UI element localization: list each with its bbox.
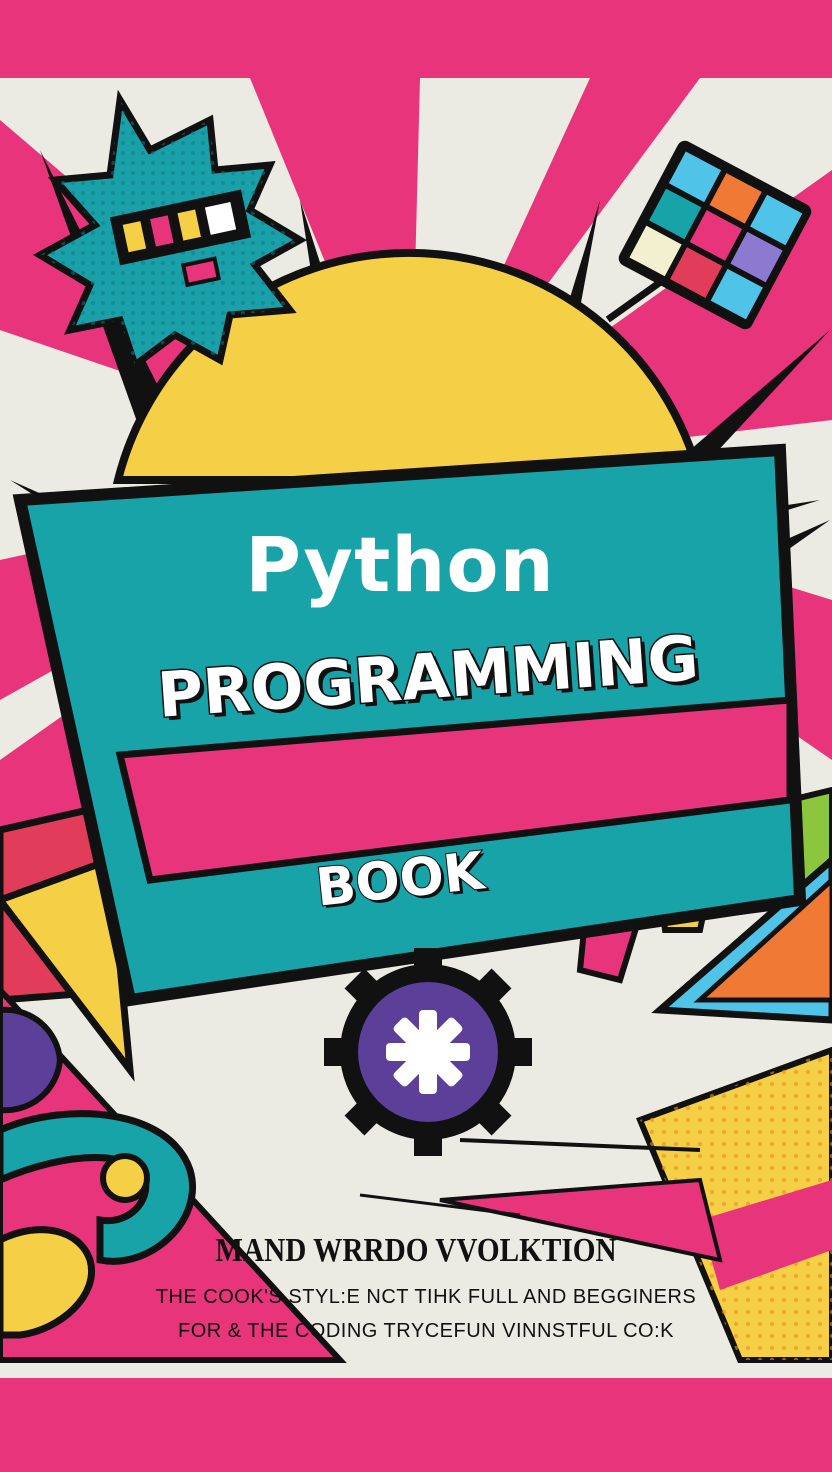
gear-asterisk-icon <box>324 948 532 1156</box>
book-cover: Python PROGRAMMING BOOK MAND WRRDO VVOLK… <box>0 0 832 1472</box>
author-line: MAND WRRDO VVOLKTION <box>215 1232 617 1269</box>
tagline-line-2: FOR & THE CODING TRYCEFUN VINNSTFUL CO:K <box>178 1320 674 1342</box>
tagline-line-1: THE COOK'S STYL:E NCT TIHK FULL AND BEGG… <box>155 1286 697 1308</box>
title-python: Python <box>245 520 555 609</box>
